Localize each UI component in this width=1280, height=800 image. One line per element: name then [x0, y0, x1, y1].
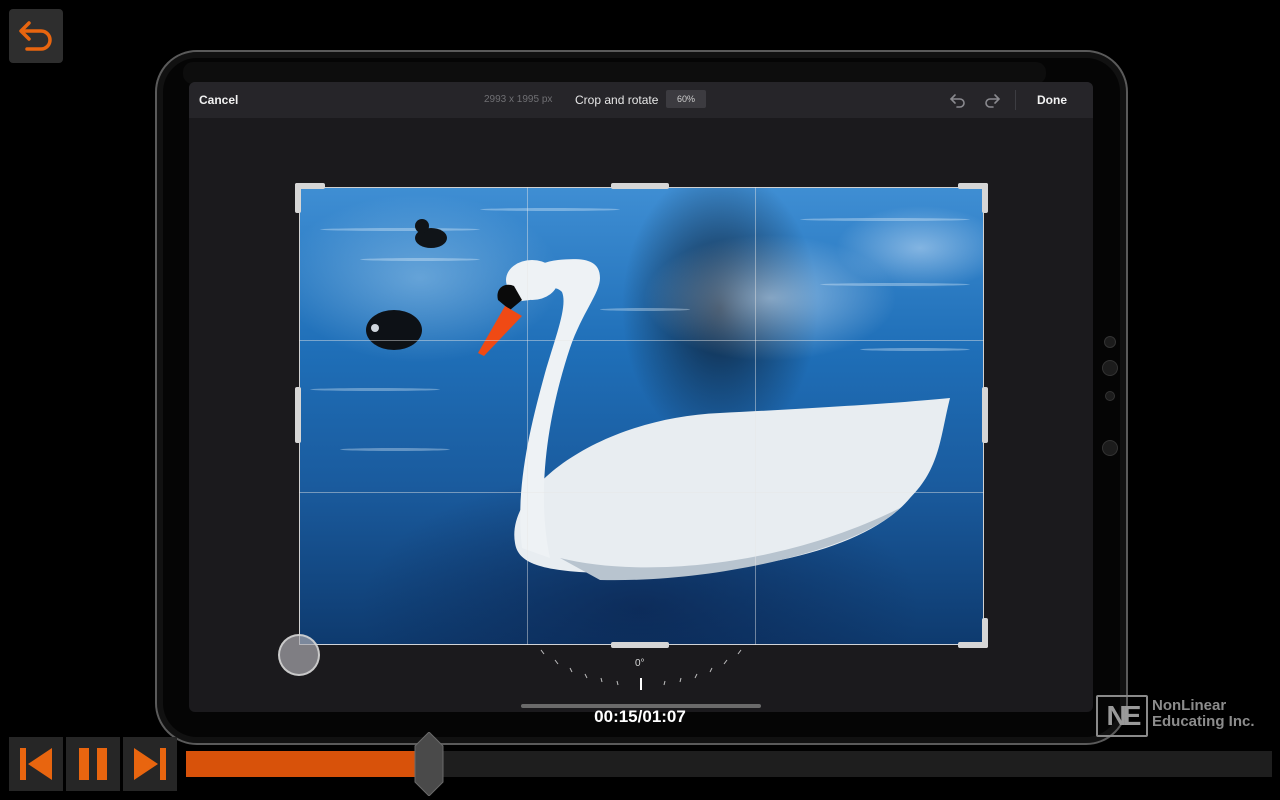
image-dimensions: 2993 x 1995 px [484, 94, 553, 105]
progress-bar[interactable] [186, 751, 1272, 777]
pause-icon [79, 748, 107, 780]
crop-handle-top-left[interactable] [295, 183, 301, 213]
nonlinear-logo: NE [1096, 695, 1148, 737]
sensor-dot [1102, 440, 1118, 456]
tool-title: Crop and rotate [575, 93, 659, 107]
watermark-line1: NonLinear [1152, 697, 1227, 714]
editor-toolbar: Cancel 2993 x 1995 px Crop and rotate 60… [189, 82, 1093, 118]
crop-handle-left[interactable] [295, 387, 301, 443]
undo-button[interactable] [949, 91, 967, 109]
watermark-line2: Educating Inc. [1152, 713, 1255, 730]
camera-lens [1105, 391, 1115, 401]
toolbar-divider [1015, 90, 1016, 110]
back-button[interactable] [9, 9, 63, 63]
undo-icon [949, 94, 965, 108]
skip-next-icon [134, 748, 166, 780]
back-arrow-icon [19, 21, 52, 51]
crop-grid-line [755, 187, 756, 645]
crop-grid-line [299, 340, 984, 341]
redo-icon [985, 94, 1001, 108]
logo-letters: NE [1106, 700, 1142, 731]
rotation-knob[interactable] [278, 634, 320, 676]
crop-handle-top[interactable] [611, 183, 669, 189]
sensor-dot [1104, 336, 1116, 348]
playback-time: 00:15/01:07 [594, 707, 686, 726]
pause-button[interactable] [66, 737, 120, 791]
crop-handle-bottom-right[interactable] [982, 618, 988, 648]
progress-fill [186, 751, 429, 777]
next-button[interactable] [123, 737, 177, 791]
skip-previous-icon [20, 748, 52, 780]
crop-grid-line [527, 187, 528, 645]
rotation-dial[interactable] [521, 640, 761, 700]
crop-grid-line [299, 492, 984, 493]
sensor-dot [1102, 360, 1118, 376]
previous-button[interactable] [9, 737, 63, 791]
cancel-button[interactable]: Cancel [199, 93, 238, 107]
done-button[interactable]: Done [1037, 93, 1067, 107]
crop-handle-right[interactable] [982, 387, 988, 443]
tablet-top-bezel [183, 62, 1046, 84]
redo-button[interactable] [983, 91, 1001, 109]
crop-frame[interactable] [299, 187, 984, 645]
crop-handle-top-right[interactable] [982, 183, 988, 213]
zoom-badge: 60% [666, 90, 706, 108]
watermark-text: NonLinear Educating Inc. [1152, 698, 1255, 730]
progress-scrubber[interactable] [414, 732, 444, 796]
